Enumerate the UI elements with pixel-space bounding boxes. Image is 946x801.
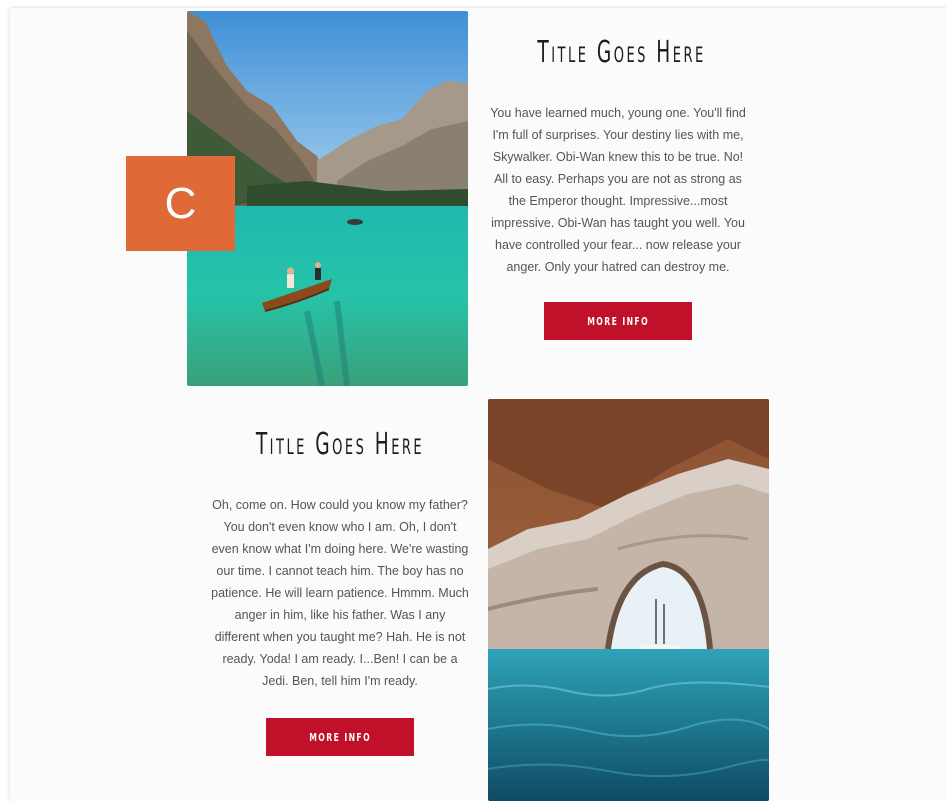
letter-badge: C: [126, 156, 235, 251]
section-2-more-info-label: MORE INFO: [309, 730, 371, 744]
section-1-more-info-label: MORE INFO: [587, 314, 649, 328]
section-1-title: Title Goes Here: [537, 35, 706, 70]
sea-arch-illustration: [488, 399, 769, 801]
section-1-more-info-button[interactable]: MORE INFO: [544, 302, 692, 340]
section-2-title: Title Goes Here: [255, 427, 425, 462]
section-2-body: Oh, come on. How could you know my fathe…: [211, 498, 469, 688]
section-1-body: You have learned much, young one. You'll…: [490, 106, 746, 274]
section-2-more-info-button[interactable]: MORE INFO: [266, 718, 414, 756]
badge-letter: C: [164, 178, 197, 228]
content-card: C Title Goes Here You have learned much,…: [10, 8, 946, 801]
section-1-text: Title Goes Here You have learned much, y…: [488, 34, 748, 340]
sea-arch-photo: [488, 399, 769, 801]
section-2-text: Title Goes Here Oh, come on. How could y…: [204, 426, 476, 756]
